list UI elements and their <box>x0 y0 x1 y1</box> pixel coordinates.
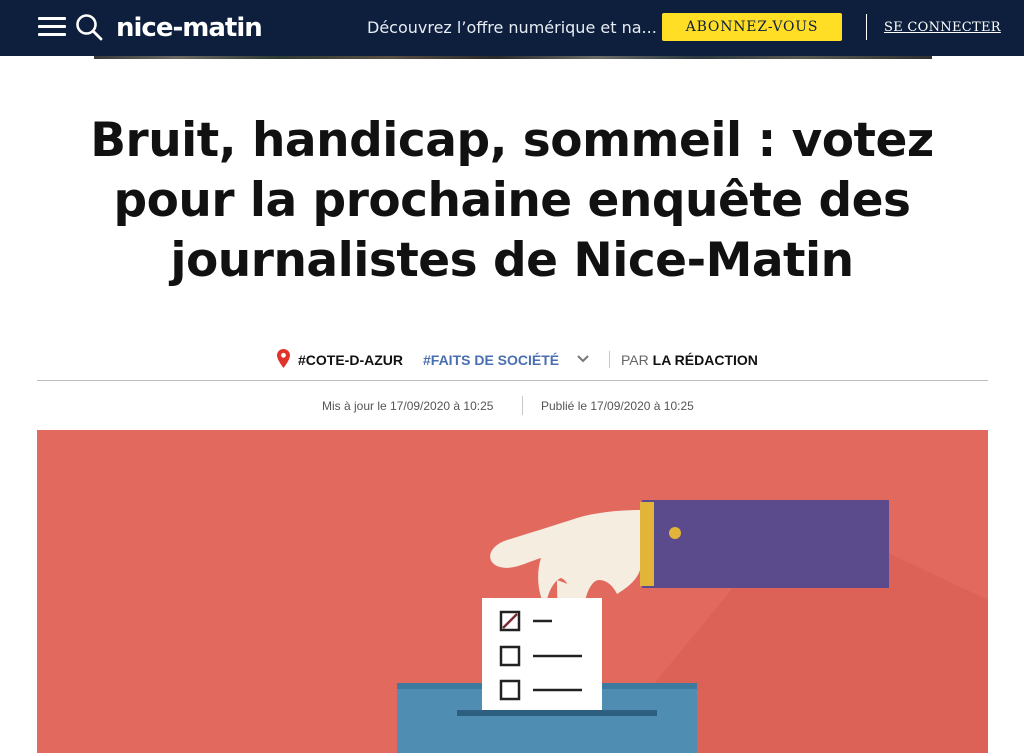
subscribe-button[interactable]: ABONNEZ-VOUS <box>662 13 842 41</box>
map-pin-icon <box>277 349 290 368</box>
ad-banner-strip[interactable] <box>94 56 932 59</box>
voting-illustration <box>397 500 988 753</box>
digital-offer-link[interactable]: Découvrez l’offre numérique et na... <box>367 18 657 38</box>
article-title: Bruit, handicap, sommeil : votez pour la… <box>90 113 934 288</box>
author-prefix: PAR <box>621 352 649 368</box>
header-divider <box>866 14 867 40</box>
published-date: Publié le 17/09/2020 à 10:25 <box>541 399 694 413</box>
search-icon[interactable] <box>74 12 104 42</box>
tag-faits-de-societe[interactable]: #FAITS DE SOCIÉTÉ <box>423 351 559 369</box>
tag-cote-d-azur[interactable]: #COTE-D-AZUR <box>298 351 403 369</box>
author-byline: PAR LA RÉDACTION <box>621 351 758 369</box>
hamburger-menu-icon[interactable] <box>38 16 66 38</box>
login-link[interactable]: SE CONNECTER <box>884 19 1001 37</box>
article-dates: Mis à jour le 17/09/2020 à 10:25 Publié … <box>0 396 1024 416</box>
dates-divider <box>522 396 523 415</box>
updated-date: Mis à jour le 17/09/2020 à 10:25 <box>322 399 494 413</box>
meta-rule <box>37 380 988 381</box>
article-meta: #COTE-D-AZUR #FAITS DE SOCIÉTÉ PAR LA RÉ… <box>0 347 1024 373</box>
author-name[interactable]: LA RÉDACTION <box>653 352 758 368</box>
site-logo[interactable]: nice-matin <box>116 12 263 44</box>
top-nav-bar: nice-matin Découvrez l’offre numérique e… <box>0 0 1024 56</box>
meta-divider <box>609 351 610 368</box>
article-hero-image[interactable] <box>37 430 988 753</box>
chevron-down-icon[interactable] <box>576 354 590 364</box>
